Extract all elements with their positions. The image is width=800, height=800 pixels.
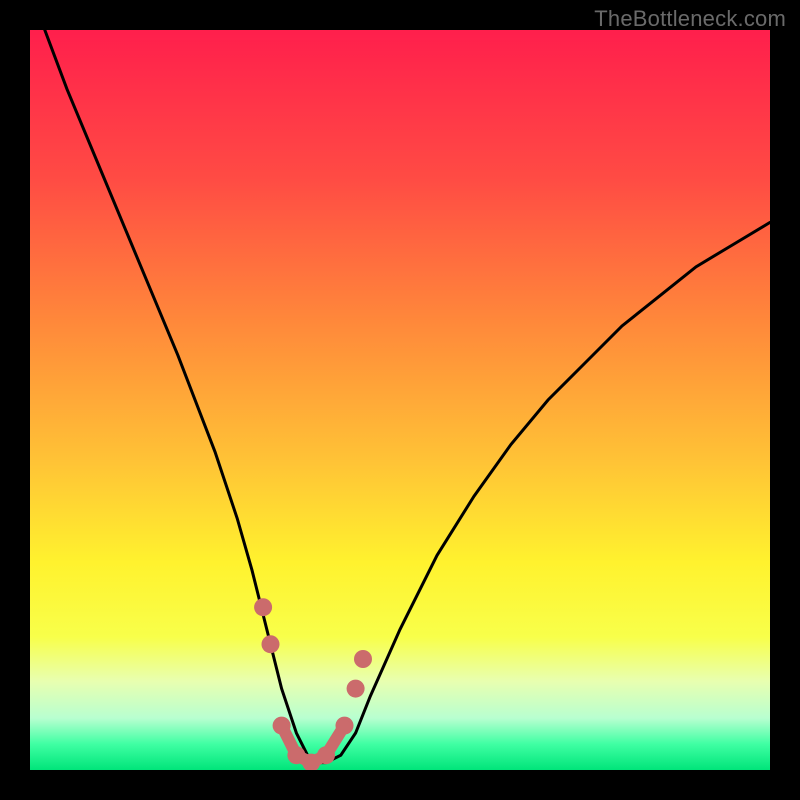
watermark-text: TheBottleneck.com (594, 6, 786, 32)
heat-gradient (30, 30, 770, 770)
plot-area (30, 30, 770, 770)
chart-frame: TheBottleneck.com (0, 0, 800, 800)
